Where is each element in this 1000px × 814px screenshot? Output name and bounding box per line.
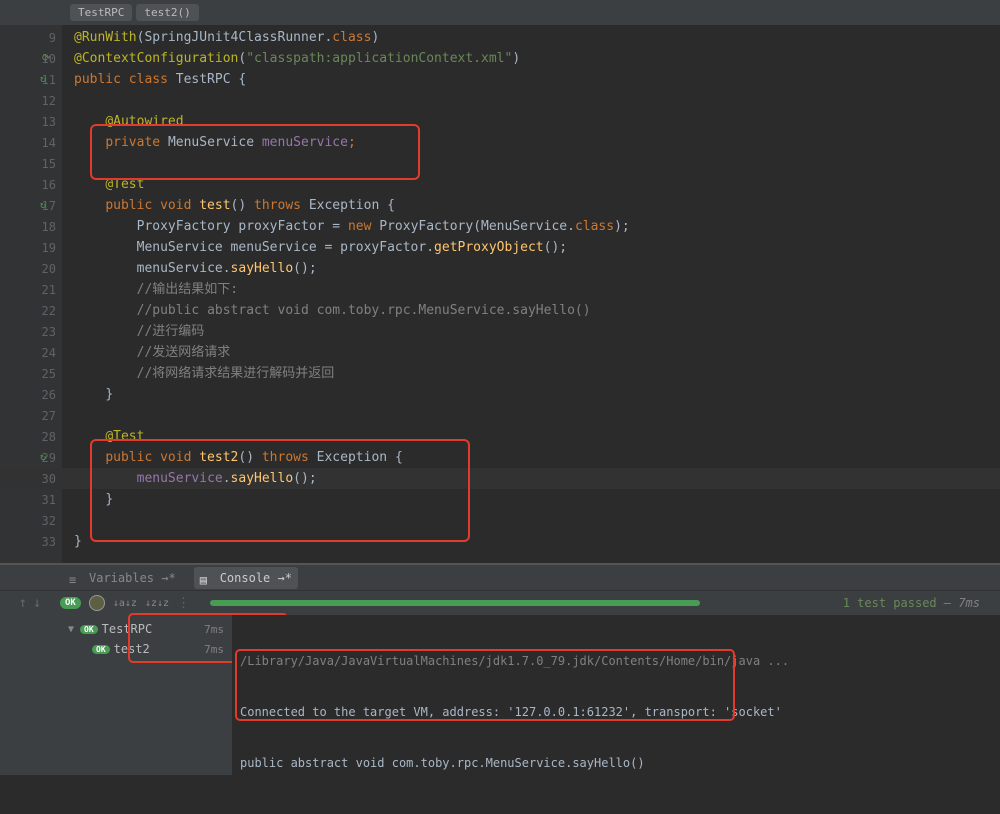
- nav-up-icon[interactable]: ↑: [19, 595, 27, 611]
- tree-root-row[interactable]: ▼ OK TestRPC 7ms: [60, 619, 232, 639]
- gutter-line: 18: [0, 216, 62, 237]
- run-icon[interactable]: ↻: [40, 200, 46, 211]
- run-icon[interactable]: ↻: [40, 74, 46, 85]
- test-summary-label: 1 test passed – 7ms: [843, 596, 980, 610]
- gutter-line: 12: [0, 90, 62, 111]
- gutter-line: 24: [0, 342, 62, 363]
- console-line: Connected to the target VM, address: '12…: [240, 704, 992, 721]
- line-number-gutter: 9 ⟳10 ↻11 12 13 14 15 16 ↻17 18 19 20 21…: [0, 25, 62, 563]
- run-icon[interactable]: ↻: [40, 452, 46, 463]
- gutter-line: ↻17: [0, 195, 62, 216]
- gutter-line: 21: [0, 279, 62, 300]
- gutter-line: 27: [0, 405, 62, 426]
- console-icon: ▤: [200, 573, 214, 583]
- console-line: /Library/Java/JavaVirtualMachines/jdk1.7…: [240, 653, 992, 670]
- sort-az-button[interactable]: ↓a↓z: [113, 598, 137, 609]
- test-tree[interactable]: ▼ OK TestRPC 7ms OK test2 7ms: [60, 615, 232, 775]
- tree-time: 7ms: [204, 623, 224, 636]
- run-tool-window: ≡ Variables →* ▤ Console →* ↑ ↓ OK ↓a↓z …: [0, 565, 1000, 775]
- nav-down-icon[interactable]: ↓: [33, 595, 41, 611]
- code-text-area[interactable]: @RunWith(SpringJUnit4ClassRunner.class) …: [62, 25, 1000, 563]
- gutter-line: 31: [0, 489, 62, 510]
- tree-time: 7ms: [204, 643, 224, 656]
- status-ok-icon: OK: [60, 597, 81, 609]
- gutter-line: 25: [0, 363, 62, 384]
- gutter-line: 14: [0, 132, 62, 153]
- gutter-line: 20: [0, 258, 62, 279]
- gutter-line: 26: [0, 384, 62, 405]
- gutter-line: 16: [0, 174, 62, 195]
- gutter-line: 9: [0, 27, 62, 48]
- gutter-line: 22: [0, 300, 62, 321]
- ok-icon: OK: [80, 625, 98, 634]
- filter-circle-icon[interactable]: [89, 595, 105, 611]
- breadcrumb-method[interactable]: test2(): [136, 4, 198, 21]
- tree-child-label: test2: [114, 642, 150, 656]
- ok-icon: OK: [92, 645, 110, 654]
- console-output[interactable]: /Library/Java/JavaVirtualMachines/jdk1.7…: [232, 615, 1000, 775]
- run-tabs: ≡ Variables →* ▤ Console →*: [0, 565, 1000, 591]
- tree-child-row[interactable]: OK test2 7ms: [60, 639, 232, 659]
- gutter-line: 23: [0, 321, 62, 342]
- tab-console[interactable]: ▤ Console →*: [194, 567, 298, 589]
- breadcrumb: TestRPC test2(): [0, 0, 1000, 25]
- gutter-line: ⟳10: [0, 48, 62, 69]
- gutter-line: 33: [0, 531, 62, 552]
- gutter-line: 15: [0, 153, 62, 174]
- console-line: public abstract void com.toby.rpc.MenuSe…: [240, 755, 992, 772]
- breadcrumb-class[interactable]: TestRPC: [70, 4, 132, 21]
- sort-zz-button[interactable]: ↓z↓z: [145, 598, 169, 609]
- tree-root-label: TestRPC: [102, 622, 153, 636]
- spring-icon: ⟳: [42, 53, 50, 64]
- gutter-line: ↻29: [0, 447, 62, 468]
- tab-variables[interactable]: ≡ Variables →*: [63, 567, 182, 589]
- gutter-line: 13: [0, 111, 62, 132]
- gutter-line: 28: [0, 426, 62, 447]
- gutter-line: 30: [0, 468, 62, 489]
- gutter-line: 32: [0, 510, 62, 531]
- code-editor[interactable]: 9 ⟳10 ↻11 12 13 14 15 16 ↻17 18 19 20 21…: [0, 25, 1000, 563]
- chevron-down-icon[interactable]: ▼: [68, 624, 80, 635]
- gutter-line: 19: [0, 237, 62, 258]
- test-progress-bar: [210, 600, 700, 606]
- gutter-line: ↻11: [0, 69, 62, 90]
- variables-icon: ≡: [69, 573, 83, 583]
